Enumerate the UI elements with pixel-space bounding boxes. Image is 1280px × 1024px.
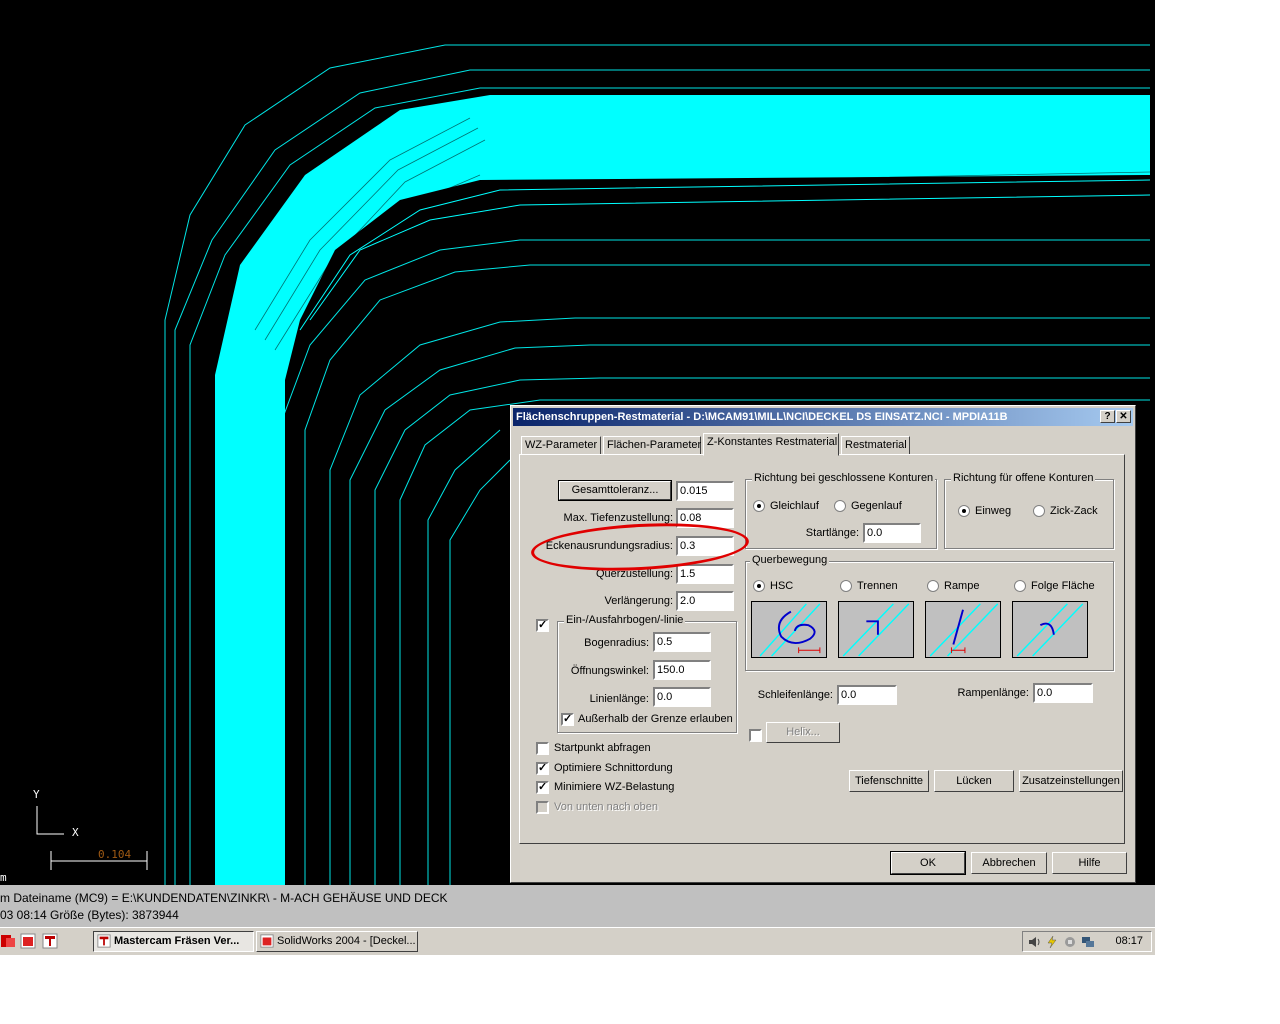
dialog-title: Flächenschruppen-Restmaterial - D:\MCAM9… (516, 411, 1008, 423)
ein-ausfahrbogen-title: Ein-/Ausfahrbogen/-linie (564, 614, 686, 626)
max-tiefenzustellung-label: Max. Tiefenzustellung: (563, 512, 673, 524)
tab-z-konstantes-restmaterial[interactable]: Z-Konstantes Restmaterial (703, 433, 839, 456)
system-tray: 08:17 (1022, 931, 1152, 952)
tab-flaechen-parameter[interactable]: Flächen-Parameter (603, 436, 701, 455)
hsc-label: HSC (770, 580, 794, 592)
rampenlaenge-input[interactable]: 0.0 (1033, 683, 1093, 703)
linienlaenge-label: Linienlänge: (589, 693, 649, 705)
helix-button: Helix... (766, 722, 840, 743)
mastercam-icon (97, 934, 111, 948)
rampe-radio[interactable] (927, 580, 939, 592)
zickzack-label: Zick-Zack (1050, 505, 1098, 517)
einweg-label: Einweg (975, 505, 1012, 517)
dialog-titlebar[interactable]: Flächenschruppen-Restmaterial - D:\MCAM9… (513, 408, 1133, 426)
minimiere-checkbox[interactable]: ✓ (536, 781, 549, 794)
open-contours-title: Richtung für offene Konturen (951, 472, 1096, 484)
querbewegung-title: Querbewegung (750, 554, 830, 566)
solidworks-icon[interactable] (20, 933, 36, 949)
tiefenschnitte-button[interactable]: Tiefenschnitte (849, 770, 929, 792)
oeffnungswinkel-label: Öffnungswinkel: (570, 665, 649, 677)
app-icon[interactable] (0, 933, 16, 949)
querzustellung-input[interactable]: 1.5 (676, 564, 734, 584)
status-area: m Dateiname (MC9) = E:\KUNDENDATEN\ZINKR… (0, 885, 1155, 927)
speaker-icon[interactable] (1027, 935, 1041, 949)
luecken-button[interactable]: Lücken (934, 770, 1014, 792)
taskbar-item-label: Mastercam Fräsen Ver... (114, 935, 240, 947)
minimiere-label: Minimiere WZ-Belastung (554, 781, 675, 793)
axis-y-label: Y (33, 788, 40, 801)
ausserhalb-label: Außerhalb der Grenze erlauben (578, 713, 733, 725)
tool-icon[interactable] (1063, 935, 1077, 949)
folge-arc-icon[interactable] (1012, 601, 1088, 658)
rampenlaenge-label: Rampenlänge: (957, 687, 1029, 699)
startlaenge-label: Startlänge: (805, 527, 859, 539)
linienlaenge-input[interactable]: 0.0 (653, 687, 711, 707)
restmaterial-dialog: Flächenschruppen-Restmaterial - D:\MCAM9… (510, 405, 1136, 883)
schleifenlaenge-input[interactable]: 0.0 (837, 685, 897, 705)
close-button[interactable]: ✕ (1116, 410, 1131, 423)
corner-mark: m (0, 871, 7, 884)
ausserhalb-checkbox[interactable]: ✓ (561, 713, 574, 726)
gleichlauf-label: Gleichlauf (770, 500, 819, 512)
power-icon[interactable] (1045, 935, 1059, 949)
taskbar-item-mastercam[interactable]: Mastercam Fräsen Ver... (93, 931, 254, 952)
gegenlauf-label: Gegenlauf (851, 500, 902, 512)
taskbar-item-label: SolidWorks 2004 - [Deckel... (277, 935, 416, 947)
zickzack-radio[interactable] (1033, 505, 1045, 517)
einweg-radio[interactable] (958, 505, 970, 517)
help-title-button[interactable]: ? (1100, 410, 1115, 423)
taskbar: Mastercam Fräsen Ver... SolidWorks 2004 … (0, 927, 1155, 955)
network-icon[interactable] (1081, 935, 1095, 949)
tab-wz-parameter[interactable]: WZ-Parameter (521, 436, 601, 455)
verlaengerung-label: Verlängerung: (604, 595, 674, 607)
axis-x-label: X (72, 826, 79, 839)
startpunkt-checkbox[interactable] (536, 742, 549, 755)
closed-contours-title: Richtung bei geschlossene Konturen (752, 472, 936, 484)
gleichlauf-radio[interactable] (753, 500, 765, 512)
vonunten-checkbox (536, 801, 549, 814)
status-filesize: 03 08:14 Größe (Bytes): 3873944 (0, 908, 179, 922)
hilfe-button[interactable]: Hilfe (1052, 852, 1127, 874)
helix-checkbox[interactable] (749, 729, 762, 742)
solidworks-icon (260, 934, 274, 948)
mastercam-icon[interactable] (42, 933, 58, 949)
trennen-radio[interactable] (840, 580, 852, 592)
startpunkt-label: Startpunkt abfragen (554, 742, 651, 754)
status-filename: m Dateiname (MC9) = E:\KUNDENDATEN\ZINKR… (0, 891, 448, 905)
hsc-loop-icon[interactable] (751, 601, 827, 658)
schleifenlaenge-label: Schleifenlänge: (757, 689, 833, 701)
folge-flaeche-radio[interactable] (1014, 580, 1026, 592)
rampe-ramp-icon[interactable] (925, 601, 1001, 658)
ok-button[interactable]: OK (890, 851, 966, 875)
abbrechen-button[interactable]: Abbrechen (971, 852, 1047, 874)
trennen-step-icon[interactable] (838, 601, 914, 658)
verlaengerung-input[interactable]: 2.0 (676, 591, 734, 611)
oeffnungswinkel-input[interactable]: 150.0 (653, 660, 711, 680)
optimiere-checkbox[interactable]: ✓ (536, 762, 549, 775)
rampe-label: Rampe (944, 580, 980, 592)
trennen-label: Trennen (857, 580, 898, 592)
gesamttoleranz-button[interactable]: Gesamttoleranz... (558, 480, 672, 501)
scale-value: 0.104 (98, 848, 132, 861)
taskbar-item-solidworks[interactable]: SolidWorks 2004 - [Deckel... (256, 931, 418, 952)
gesamttoleranz-input[interactable]: 0.015 (676, 481, 734, 501)
folge-flaeche-label: Folge Fläche (1031, 580, 1095, 592)
bogenradius-label: Bogenradius: (584, 637, 649, 649)
tab-restmaterial[interactable]: Restmaterial (841, 436, 910, 455)
gegenlauf-radio[interactable] (834, 500, 846, 512)
optimiere-label: Optimiere Schnittordung (554, 762, 673, 774)
zusatzeinstellungen-button[interactable]: Zusatzeinstellungen (1019, 770, 1123, 792)
vonunten-label: Von unten nach oben (554, 801, 658, 813)
bogenradius-input[interactable]: 0.5 (653, 632, 711, 652)
clock: 08:17 (1115, 935, 1143, 947)
startlaenge-input[interactable]: 0.0 (863, 523, 921, 543)
ein-ausfahrbogen-checkbox[interactable]: ✓ (536, 619, 549, 632)
hsc-radio[interactable] (753, 580, 765, 592)
